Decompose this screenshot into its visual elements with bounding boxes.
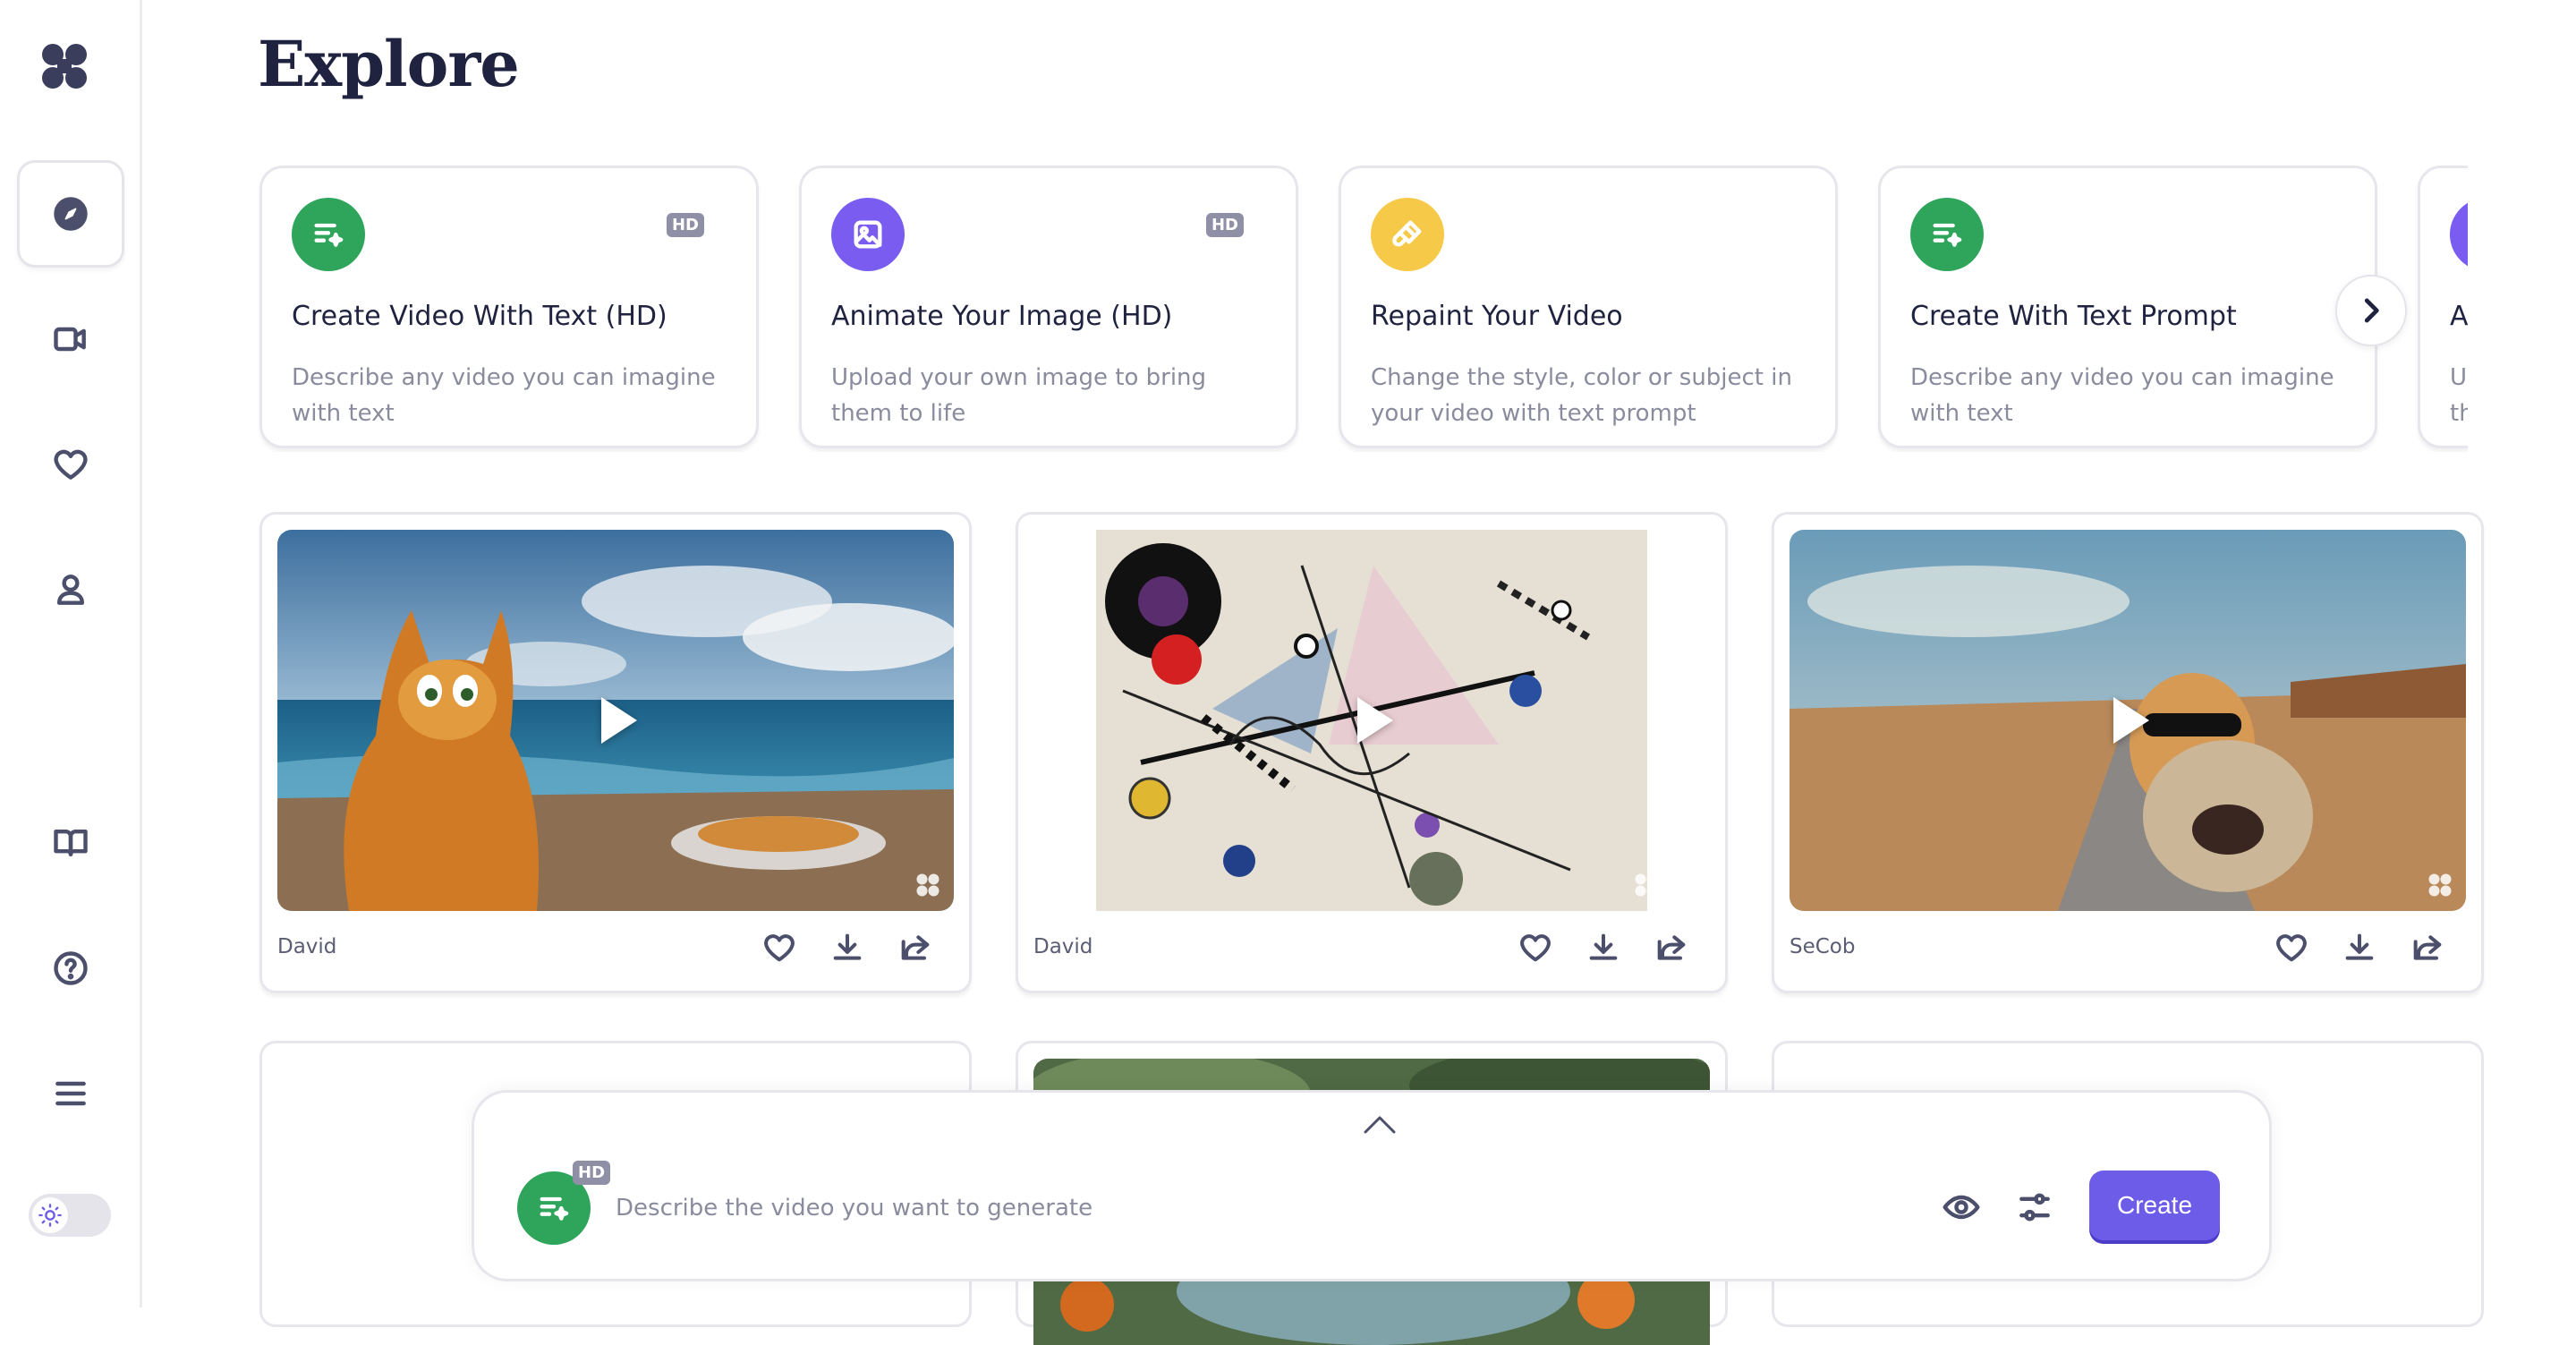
feature-title: Animate Your Image bbox=[2450, 301, 2468, 332]
feature-description: Change the style, color or subject in yo… bbox=[1371, 364, 1792, 427]
sidebar-item-profile[interactable] bbox=[17, 536, 124, 643]
share-icon[interactable] bbox=[2410, 930, 2445, 966]
compass-icon bbox=[54, 197, 88, 231]
eye-icon bbox=[1943, 1195, 1980, 1220]
create-button[interactable]: Create bbox=[2089, 1170, 2220, 1240]
settings-button[interactable] bbox=[2015, 1188, 2054, 1230]
image-icon bbox=[831, 198, 905, 271]
video-author[interactable]: SeCob bbox=[1790, 935, 1855, 958]
sidebar-item-help[interactable] bbox=[17, 915, 124, 1022]
play-icon bbox=[601, 697, 637, 744]
download-icon[interactable] bbox=[829, 930, 865, 966]
video-card[interactable]: David bbox=[259, 512, 972, 993]
expand-prompt-button[interactable] bbox=[1360, 1111, 1399, 1137]
video-thumbnail[interactable] bbox=[277, 530, 954, 911]
sidebar-item-favorites[interactable] bbox=[17, 411, 124, 518]
feature-card-animate-image[interactable]: Animate Your Image Upload your own image… bbox=[2418, 166, 2468, 448]
hd-badge: HD bbox=[1205, 213, 1244, 237]
feature-title: Create With Text Prompt bbox=[1910, 301, 2237, 332]
video-thumbnail[interactable] bbox=[1033, 530, 1710, 911]
app-logo-icon[interactable] bbox=[38, 39, 91, 93]
watermark-logo-icon bbox=[1635, 873, 1658, 897]
feature-description: Describe any video you can imagine with … bbox=[1910, 364, 2334, 427]
share-icon[interactable] bbox=[1654, 930, 1689, 966]
video-camera-icon bbox=[54, 327, 86, 352]
hd-badge: HD bbox=[666, 213, 704, 237]
page-title: Explore bbox=[258, 27, 520, 101]
heart-icon[interactable] bbox=[1518, 930, 1553, 966]
preview-button[interactable] bbox=[1942, 1188, 1981, 1230]
user-icon bbox=[56, 575, 85, 605]
chevron-right-icon bbox=[2364, 298, 2379, 323]
heart-icon bbox=[54, 449, 88, 480]
sidebar-item-docs[interactable] bbox=[17, 789, 124, 897]
theme-toggle[interactable] bbox=[29, 1194, 111, 1237]
feature-title: Animate Your Image (HD) bbox=[831, 301, 1173, 332]
play-icon bbox=[2113, 697, 2149, 744]
watermark-logo-icon bbox=[916, 873, 939, 897]
feature-carousel: HD Create Video With Text (HD) Describe … bbox=[258, 164, 2468, 452]
play-icon bbox=[1357, 697, 1393, 744]
chevron-up-icon bbox=[1364, 1116, 1396, 1134]
feature-description: Upload your own image to bring them to l… bbox=[2450, 364, 2468, 427]
book-icon bbox=[54, 829, 88, 857]
feature-card-create-text-prompt[interactable]: Create With Text Prompt Describe any vid… bbox=[1878, 166, 2377, 448]
video-actions bbox=[1518, 930, 1689, 966]
watermark-logo-icon bbox=[2428, 873, 2452, 897]
feature-description: Describe any video you can imagine with … bbox=[292, 364, 716, 427]
sun-icon bbox=[32, 1197, 68, 1233]
video-card[interactable]: David bbox=[1016, 512, 1728, 993]
share-icon[interactable] bbox=[897, 930, 933, 966]
heart-icon[interactable] bbox=[2274, 930, 2309, 966]
sidebar-item-explore[interactable] bbox=[17, 160, 124, 268]
sidebar-item-videos[interactable] bbox=[17, 285, 124, 393]
sidebar-item-menu[interactable] bbox=[17, 1040, 124, 1147]
heart-icon[interactable] bbox=[761, 930, 797, 966]
download-icon[interactable] bbox=[1586, 930, 1621, 966]
download-icon[interactable] bbox=[2342, 930, 2377, 966]
help-circle-icon bbox=[54, 951, 88, 985]
video-card[interactable]: SeCob bbox=[1772, 512, 2484, 993]
feature-card-repaint-video[interactable]: Repaint Your Video Change the style, col… bbox=[1339, 166, 1838, 448]
feature-description: Upload your own image to bring them to l… bbox=[831, 364, 1207, 427]
feature-title: Create Video With Text (HD) bbox=[292, 301, 667, 332]
feature-card-create-video-hd[interactable]: HD Create Video With Text (HD) Describe … bbox=[259, 166, 759, 448]
text-sparkle-icon bbox=[1910, 198, 1984, 271]
paint-brush-icon bbox=[1371, 198, 1444, 271]
hd-badge: HD bbox=[573, 1161, 611, 1185]
text-sparkle-icon bbox=[292, 198, 365, 271]
video-thumbnail[interactable] bbox=[1790, 530, 2466, 911]
menu-icon bbox=[55, 1081, 86, 1106]
image-icon bbox=[2450, 198, 2468, 271]
video-actions bbox=[2274, 930, 2445, 966]
carousel-next-button[interactable] bbox=[2335, 275, 2407, 346]
feature-title: Repaint Your Video bbox=[1371, 301, 1623, 332]
prompt-bar: HD Create bbox=[472, 1090, 2272, 1281]
video-author[interactable]: David bbox=[1033, 935, 1092, 958]
sliders-icon bbox=[2019, 1193, 2050, 1222]
video-actions bbox=[761, 930, 933, 966]
prompt-input[interactable] bbox=[616, 1186, 1868, 1230]
video-author[interactable]: David bbox=[277, 935, 336, 958]
sidebar bbox=[0, 0, 142, 1307]
feature-card-animate-image-hd[interactable]: HD Animate Your Image (HD) Upload your o… bbox=[799, 166, 1298, 448]
